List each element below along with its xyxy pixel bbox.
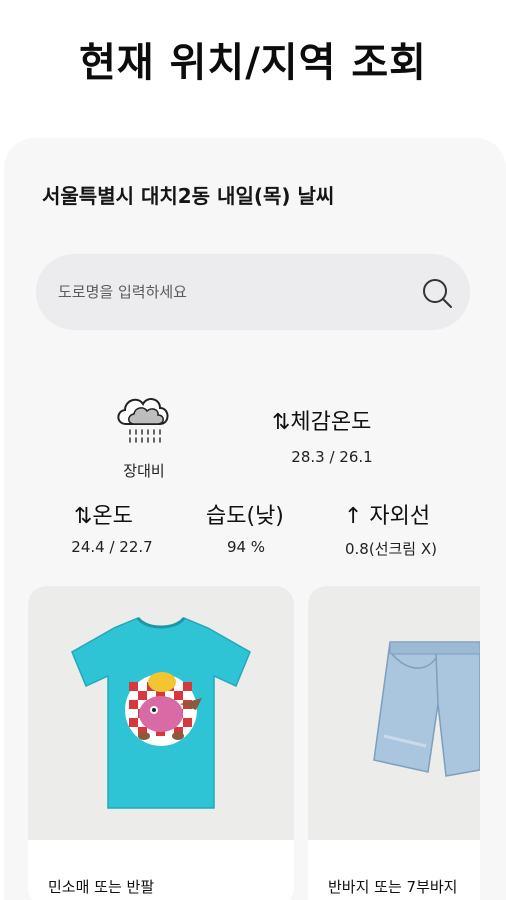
- search-bar[interactable]: [36, 254, 470, 330]
- product-card-shorts[interactable]: 반바지 또는 7부바지: [308, 586, 480, 900]
- feels-like-label: ⇅체감온도: [272, 410, 372, 435]
- search-icon[interactable]: [420, 276, 454, 310]
- uv-value: 0.8(선크림 X): [344, 540, 437, 558]
- location-title: 서울특별시 대치2동 내일(목) 날씨: [42, 184, 335, 208]
- denim-shorts-image: [373, 641, 480, 777]
- product-name: 민소매 또는 반팔: [48, 878, 155, 896]
- page-title: 현재 위치/지역 조회: [79, 40, 427, 86]
- weather-condition-label: 장대비: [123, 462, 165, 480]
- product-card-tshirt[interactable]: 민소매 또는 반팔: [28, 586, 294, 900]
- humidity-value: 94 %: [226, 538, 266, 556]
- rain-cloud-icon: [117, 398, 169, 443]
- temperature-label: ⇅온도: [74, 504, 133, 529]
- search-input[interactable]: [58, 278, 398, 306]
- product-image-area: [308, 586, 480, 840]
- graphic-tshirt-image: [71, 616, 251, 809]
- product-image-area: [28, 586, 294, 840]
- uv-label: ↑ 자외선: [344, 504, 431, 529]
- humidity-label: 습도(낮): [206, 504, 284, 529]
- feels-like-value: 28.3 / 26.1: [291, 448, 373, 466]
- product-name: 반바지 또는 7부바지: [328, 878, 458, 896]
- temperature-value: 24.4 / 22.7: [71, 538, 153, 556]
